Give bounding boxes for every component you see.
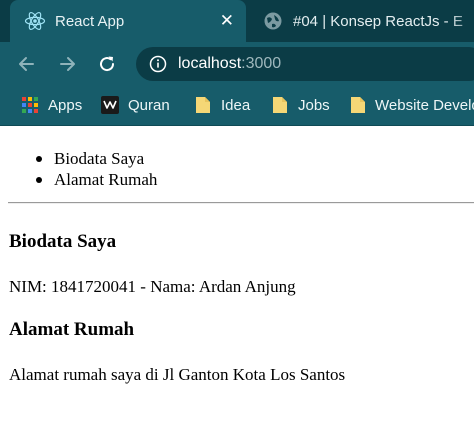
tab-konsep-reactjs[interactable]: #04 | Konsep ReactJs - E <box>248 0 474 42</box>
tab-close-icon[interactable]: ✕ <box>220 11 234 31</box>
quran-icon <box>101 96 119 114</box>
folder-icon <box>271 96 289 114</box>
apps-grid-icon <box>21 96 39 114</box>
tab-react-app[interactable]: React App ✕ <box>10 0 246 42</box>
folder-icon <box>194 96 212 114</box>
nav-item-alamat[interactable]: Alamat Rumah <box>34 169 157 190</box>
bookmark-label: Idea <box>221 96 251 114</box>
heading-alamat: Alamat Rumah <box>9 319 135 340</box>
bookmark-idea[interactable]: Idea <box>194 94 250 116</box>
bookmark-apps[interactable]: Apps <box>21 94 82 116</box>
react-icon <box>24 10 46 32</box>
reload-icon[interactable] <box>94 51 120 77</box>
bookmark-label: Website Development <box>375 96 474 114</box>
tab-strip: React App ✕ #04 | Konsep ReactJs - E <box>0 0 474 42</box>
address-bar[interactable]: localhost:3000 <box>136 47 474 81</box>
bookmark-label: Quran <box>128 96 170 114</box>
back-icon[interactable] <box>14 51 40 77</box>
tab-title: #04 | Konsep ReactJs - E <box>293 12 463 30</box>
heading-biodata: Biodata Saya <box>9 231 117 252</box>
page-content: Biodata Saya Alamat Rumah Biodata Saya N… <box>0 126 474 421</box>
alamat-text: Alamat rumah saya di Jl Ganton Kota Los … <box>9 365 346 384</box>
url-text: localhost:3000 <box>178 55 281 73</box>
globe-icon <box>262 10 284 32</box>
url-host: localhost <box>178 55 242 72</box>
bookmark-jobs[interactable]: Jobs <box>271 94 330 116</box>
info-icon[interactable] <box>148 54 168 74</box>
forward-icon[interactable] <box>54 51 80 77</box>
bookmark-website-development[interactable]: Website Development <box>350 94 474 116</box>
tab-title: React App <box>55 12 125 30</box>
bookmark-quran[interactable]: Quran <box>101 94 170 116</box>
section-nav-list: Biodata Saya Alamat Rumah <box>34 148 157 190</box>
divider <box>8 202 474 204</box>
browser-toolbar: localhost:3000 <box>0 42 474 86</box>
nav-item-biodata[interactable]: Biodata Saya <box>34 148 157 169</box>
biodata-text: NIM: 1841720041 - Nama: Ardan Anjung <box>9 277 296 296</box>
folder-icon <box>350 96 366 114</box>
bookmarks-bar: Apps Quran Idea Jobs Website Development <box>0 86 474 126</box>
bookmark-label: Apps <box>48 96 83 114</box>
bookmark-label: Jobs <box>298 96 330 114</box>
url-port: :3000 <box>241 55 282 72</box>
